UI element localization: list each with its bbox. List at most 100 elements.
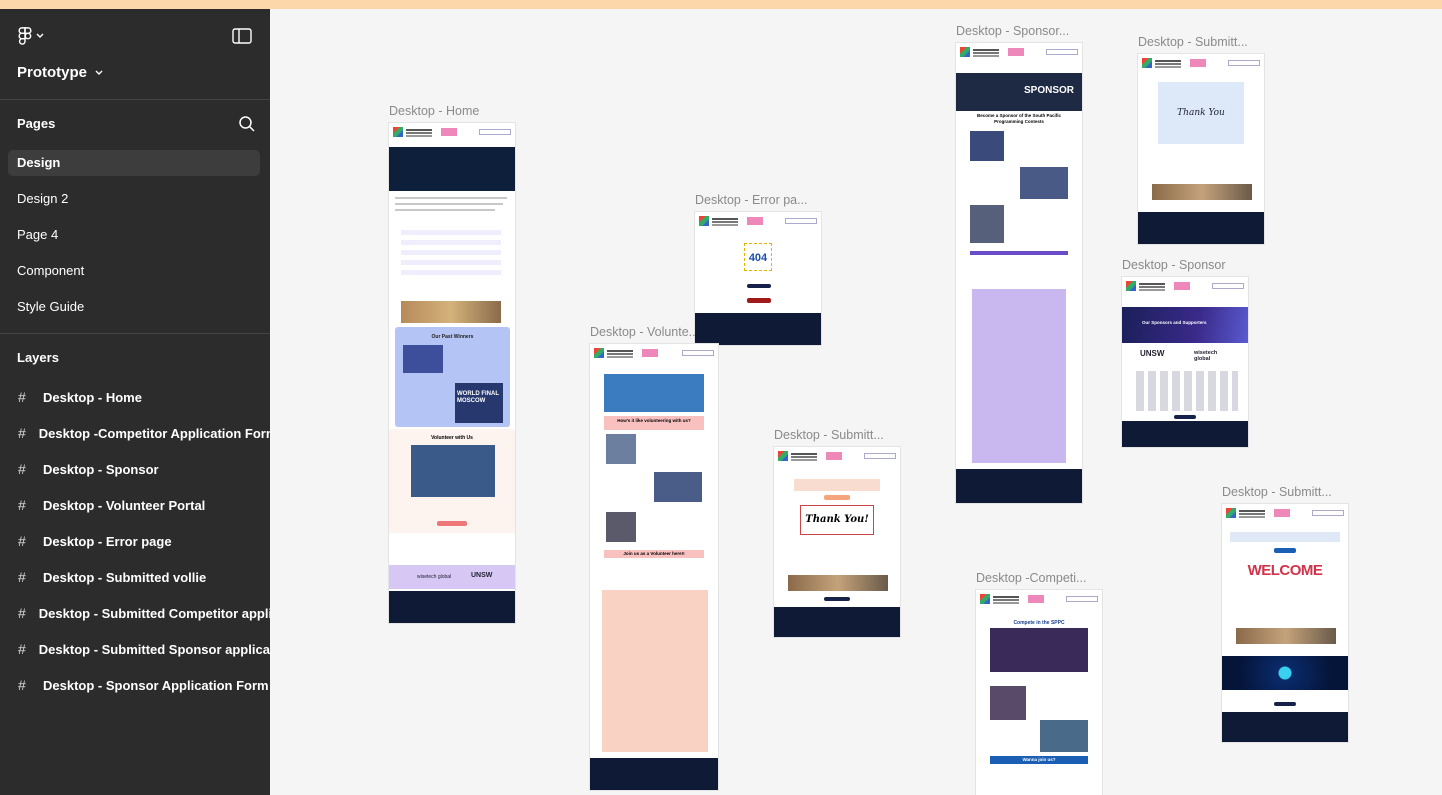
page-item-component[interactable]: Component [8,258,260,284]
back-button [747,298,771,303]
top-notification-strip [0,0,1442,9]
thank-you-card: Thank You! [800,505,874,535]
site-footer [1222,712,1348,742]
frame-icon: # [18,497,26,513]
layer-item[interactable]: # Desktop - Volunteer Portal [18,494,270,516]
join-heading: Join us as a Volunteer here!! [623,551,685,556]
frame-volunteer-portal[interactable]: How's it like volunteering with us? Join… [590,344,718,790]
sponsors-banner: Our Sponsors and Supporters [1122,307,1248,343]
wisetech-logo: wisetech global [1194,350,1218,362]
frame-label-submitted-c[interactable]: Desktop - Submitt... [1222,485,1348,499]
frame-icon: # [18,605,26,621]
layer-item[interactable]: # Desktop -Competitor Application Form [18,422,270,444]
frame-competitor-form[interactable]: Compete in the SPPC Wanna join us? [976,590,1102,795]
wisetech-logo: wisetech global [417,574,452,580]
pages-heading: Pages [17,116,56,131]
layer-item[interactable]: # Desktop - Home [18,386,270,408]
figma-icon [18,27,32,45]
frame-error-page[interactable]: 404 [695,212,821,345]
left-sidebar: Prototype Pages Design Design 2 Page 4 C… [0,9,270,795]
purple-rule [970,251,1068,255]
frame-label-submitted-b[interactable]: Desktop - Submitt... [1138,35,1264,49]
main-menu-button[interactable] [18,27,44,45]
frame-label-submitted-a[interactable]: Desktop - Submitt... [774,428,900,442]
project-title-button[interactable]: Prototype [17,64,103,81]
layer-item[interactable]: # Desktop - Submitted vollie [18,566,270,588]
wanna-join-heading: Wanna join us? [1022,757,1056,762]
site-header [1142,58,1260,70]
site-footer [695,313,821,345]
frame-label-sponsor-form[interactable]: Desktop - Sponsor... [956,24,1084,38]
sponsor-logo-grid [1132,371,1238,411]
competition-photo [990,628,1088,672]
frame-sponsor[interactable]: Our Sponsors and Supporters UNSW wisetec… [1122,277,1248,447]
layer-item[interactable]: # Desktop - Sponsor [18,458,270,480]
site-header [778,451,896,463]
toggle-sidebar-button[interactable] [232,28,252,44]
site-header [594,348,714,360]
page-item-style-guide[interactable]: Style Guide [8,294,260,320]
frame-submitted-sponsor[interactable]: Thank You [1138,54,1264,244]
past-winners-panel: Our Past Winners WORLD FINAL MOSCOW [395,327,510,427]
layer-item[interactable]: # Desktop - Sponsor Application Form [18,674,270,696]
text-line [395,203,503,205]
home-button [747,284,771,288]
design-canvas[interactable]: Desktop - Home Our Past Winners WORLD FI… [270,9,1442,795]
sponsor-banner: SPONSOR [956,73,1082,111]
frame-label-sponsor[interactable]: Desktop - Sponsor [1122,258,1248,272]
thank-you-text: Thank You [1177,108,1225,118]
photo-strip [1152,184,1252,200]
layer-label: Desktop - Error page [43,533,172,549]
frame-icon: # [18,461,26,477]
layer-item[interactable]: # Desktop - Error page [18,530,270,552]
frame-icon: # [18,425,26,441]
frame-icon: # [18,569,26,585]
sponsor-strip: wisetech global UNSW [389,565,515,589]
frame-submitted-vollie[interactable]: Thank You! [774,447,900,637]
error-box: 404 [744,243,772,271]
divider [0,333,270,334]
event-photo-3 [970,205,1004,243]
frame-label-error[interactable]: Desktop - Error pa... [695,193,813,207]
volunteer-photo-2 [654,472,702,502]
success-message [1230,532,1340,542]
tech-banner [1222,656,1348,690]
layer-item[interactable]: # Desktop - Submitted Competitor applicat… [18,602,270,624]
site-header [1226,508,1344,520]
event-photo-1 [970,131,1004,161]
frame-label-home[interactable]: Desktop - Home [389,104,515,118]
schedule-table [401,225,501,275]
layers-heading: Layers [17,350,59,365]
page-item-design[interactable]: Design [8,150,260,176]
volunteer-button [437,521,467,526]
how-is-it-heading: How's it like volunteering with us? [617,418,691,423]
site-header [1126,281,1244,293]
sidebar-panel-icon [232,28,252,44]
volunteer-photo-3 [606,512,636,542]
photo-strip [401,301,501,323]
layer-label: Desktop - Submitted Sponsor application [38,641,270,657]
frame-label-competitor[interactable]: Desktop -Competi... [976,571,1102,585]
page-item-page-4[interactable]: Page 4 [8,222,260,248]
layer-item[interactable]: # Desktop - Submitted Sponsor application [18,638,270,660]
text-line [395,197,507,199]
event-photo-2 [1020,167,1068,199]
page-item-design-2[interactable]: Design 2 [8,186,260,212]
application-form [602,590,708,752]
world-final-photo: WORLD FINAL MOSCOW [455,383,503,423]
site-footer [1122,421,1248,447]
photo-strip [788,575,888,591]
sponsors-heading: Our Sponsors and Supporters [1142,320,1207,325]
join-banner: Join us as a Volunteer here!! [604,550,704,558]
home-button [1274,548,1296,553]
frame-home[interactable]: Our Past Winners WORLD FINAL MOSCOW Volu… [389,123,515,623]
volunteer-photo-1 [606,434,636,464]
search-pages-button[interactable] [238,115,256,133]
layer-label: Desktop - Submitted vollie [43,569,207,585]
frame-sponsor-application-form[interactable]: SPONSOR Become a Sponsor of the South Pa… [956,43,1082,503]
site-header [393,127,511,139]
photo-strip [1236,628,1336,644]
chevron-down-icon [36,33,44,38]
frame-label-volunteer[interactable]: Desktop - Volunte... [590,325,696,339]
frame-submitted-competitor[interactable]: WELCOME [1222,504,1348,742]
